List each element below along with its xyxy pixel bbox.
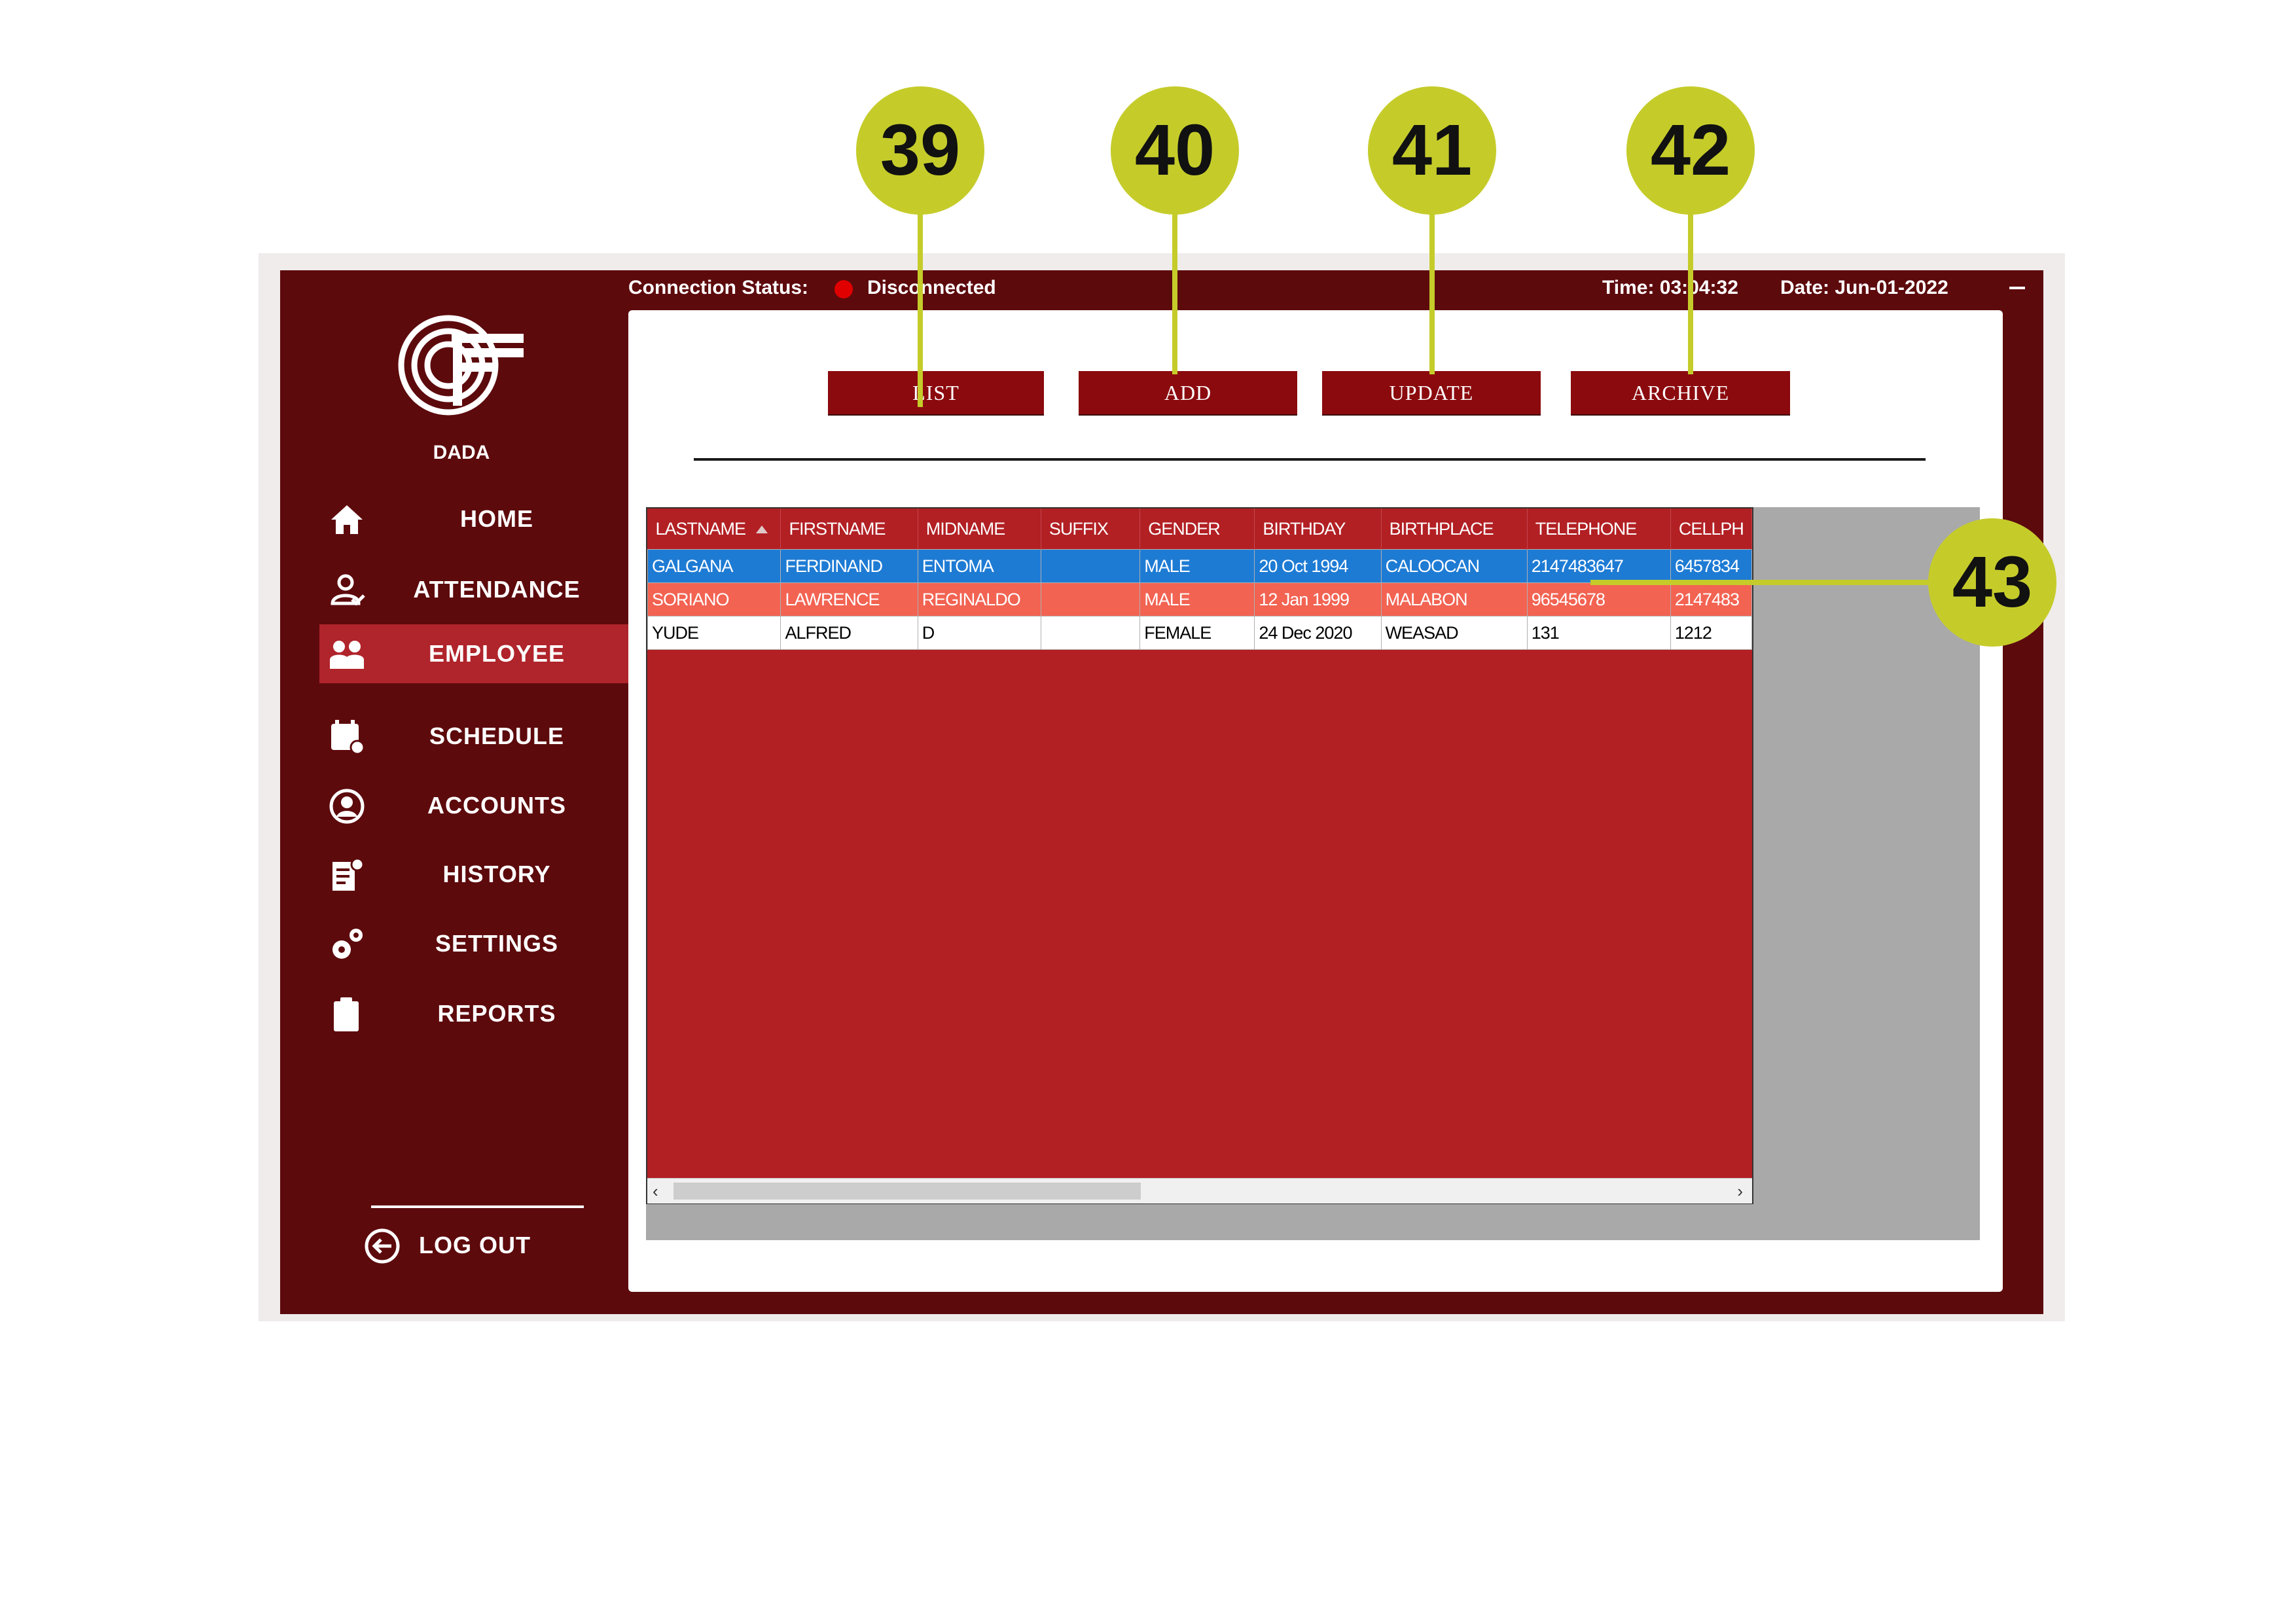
employee-table: LASTNAME FIRSTNAME MIDNAME SUFFIX GENDER… <box>647 508 1752 650</box>
gears-icon <box>332 929 363 959</box>
table-row[interactable]: YUDE ALFRED D FEMALE 24 Dec 2020 WEASAD … <box>647 616 1752 650</box>
table-cell[interactable]: 24 Dec 2020 <box>1254 616 1382 650</box>
table-cell[interactable]: FEMALE <box>1139 616 1255 650</box>
sidebar-item-home[interactable]: HOME <box>319 490 628 548</box>
column-header-lastname[interactable]: LASTNAME <box>647 508 781 550</box>
table-cell[interactable]: CALOOCAN <box>1380 549 1528 583</box>
callout-leader <box>1429 209 1435 374</box>
table-cell[interactable]: 96545678 <box>1526 582 1671 616</box>
sort-ascending-icon <box>756 526 768 534</box>
employee-grid[interactable]: LASTNAME FIRSTNAME MIDNAME SUFFIX GENDER… <box>646 507 1753 1204</box>
logout-button[interactable]: LOG OUT <box>359 1222 575 1268</box>
sidebar-divider <box>371 1205 584 1208</box>
horizontal-scrollbar[interactable]: ‹ › <box>647 1178 1752 1204</box>
company-logo <box>398 315 524 416</box>
column-header-birthday[interactable]: BIRTHDAY <box>1254 508 1382 550</box>
sidebar-item-history[interactable]: HISTORY <box>319 845 628 904</box>
table-cell[interactable]: 2147483 <box>1670 582 1752 616</box>
sidebar-item-label: SCHEDULE <box>429 722 565 749</box>
table-row[interactable]: GALGANA FERDINAND ENTOMA MALE 20 Oct 199… <box>647 549 1752 583</box>
callout-badge: 40 <box>1111 86 1239 215</box>
document-icon <box>332 857 365 891</box>
table-header-row: LASTNAME FIRSTNAME MIDNAME SUFFIX GENDER… <box>647 508 1752 550</box>
column-header-cellphone[interactable]: CELLPH <box>1670 508 1752 550</box>
table-cell[interactable]: 20 Oct 1994 <box>1254 549 1382 583</box>
callout-leader <box>918 209 923 407</box>
table-cell[interactable]: SORIANO <box>647 582 781 616</box>
scrollbar-thumb[interactable] <box>673 1183 1141 1200</box>
sidebar-item-accounts[interactable]: ACCOUNTS <box>319 776 628 835</box>
calendar-icon <box>331 720 365 755</box>
home-icon <box>331 505 363 534</box>
update-button[interactable]: UPDATE <box>1322 371 1541 414</box>
logout-label: LOG OUT <box>419 1232 531 1258</box>
sidebar-item-reports[interactable]: REPORTS <box>319 984 628 1043</box>
table-cell[interactable] <box>1040 616 1141 650</box>
employees-icon <box>330 641 364 669</box>
sidebar-item-label: REPORTS <box>437 1000 556 1027</box>
clock-time: Time: 03:04:32 <box>1602 277 1738 298</box>
column-header-telephone[interactable]: TELEPHONE <box>1527 508 1671 550</box>
current-date: Date: Jun-01-2022 <box>1780 277 1948 298</box>
column-header-midname[interactable]: MIDNAME <box>918 508 1041 550</box>
table-cell[interactable] <box>1040 582 1141 616</box>
scroll-right-icon[interactable]: › <box>1737 1181 1743 1202</box>
table-cell[interactable]: REGINALDO <box>917 582 1041 616</box>
sidebar-item-schedule[interactable]: SCHEDULE <box>319 707 628 766</box>
connection-status-label: Connection Status: <box>628 277 808 298</box>
sidebar-item-employee[interactable]: EMPLOYEE <box>319 624 628 683</box>
column-header-birthplace[interactable]: BIRTHPLACE <box>1381 508 1528 550</box>
add-button[interactable]: ADD <box>1079 371 1297 414</box>
sidebar-item-label: HOME <box>460 505 533 532</box>
clipboard-icon <box>334 997 359 1031</box>
callout-badge: 39 <box>856 86 984 215</box>
list-button[interactable]: LIST <box>828 371 1044 414</box>
sidebar-item-settings[interactable]: SETTINGS <box>319 914 628 973</box>
table-cell[interactable]: LAWRENCE <box>780 582 918 616</box>
column-header-gender[interactable]: GENDER <box>1139 508 1255 550</box>
table-row[interactable]: SORIANO LAWRENCE REGINALDO MALE 12 Jan 1… <box>647 582 1752 616</box>
sidebar-item-label: EMPLOYEE <box>428 640 565 667</box>
callout-badge: 43 <box>1928 518 2056 647</box>
connection-status-value: Disconnected <box>867 277 996 298</box>
user-check-icon <box>331 574 365 606</box>
table-cell[interactable]: WEASAD <box>1380 616 1528 650</box>
logout-icon <box>365 1228 400 1264</box>
table-cell[interactable]: 1212 <box>1670 616 1752 650</box>
separator <box>694 458 1926 461</box>
sidebar-item-label: ACCOUNTS <box>427 792 566 819</box>
archive-button[interactable]: ARCHIVE <box>1571 371 1790 414</box>
table-cell[interactable]: 131 <box>1526 616 1671 650</box>
table-cell[interactable]: MALE <box>1139 549 1255 583</box>
table-cell[interactable]: 6457834 <box>1670 549 1752 583</box>
callout-badge: 41 <box>1368 86 1496 215</box>
table-cell[interactable]: FERDINAND <box>780 549 918 583</box>
table-cell[interactable]: GALGANA <box>647 549 781 583</box>
sidebar-item-label: HISTORY <box>442 861 551 887</box>
table-cell[interactable]: D <box>917 616 1041 650</box>
callout-leader <box>1688 209 1693 374</box>
minimize-button[interactable] <box>2009 287 2025 289</box>
sidebar-item-label: ATTENDANCE <box>413 576 581 603</box>
sidebar-item-label: SETTINGS <box>435 930 559 957</box>
status-indicator <box>834 280 853 298</box>
callout-badge: 42 <box>1626 86 1755 215</box>
table-cell[interactable]: 12 Jan 1999 <box>1254 582 1382 616</box>
user-circle-icon <box>329 789 365 824</box>
table-cell[interactable]: 2147483647 <box>1526 549 1671 583</box>
table-cell[interactable]: MALE <box>1139 582 1255 616</box>
table-cell[interactable]: YUDE <box>647 616 781 650</box>
scroll-left-icon[interactable]: ‹ <box>653 1181 658 1202</box>
callout-leader <box>1590 580 1952 585</box>
callout-leader <box>1172 209 1177 374</box>
column-header-suffix[interactable]: SUFFIX <box>1041 508 1141 550</box>
brand-name: DADA <box>433 442 490 463</box>
column-header-firstname[interactable]: FIRSTNAME <box>780 508 918 550</box>
table-cell[interactable]: MALABON <box>1380 582 1528 616</box>
table-cell[interactable] <box>1040 549 1141 583</box>
table-cell[interactable]: ALFRED <box>780 616 918 650</box>
table-cell[interactable]: ENTOMA <box>917 549 1041 583</box>
sidebar-item-attendance[interactable]: ATTENDANCE <box>319 560 628 619</box>
